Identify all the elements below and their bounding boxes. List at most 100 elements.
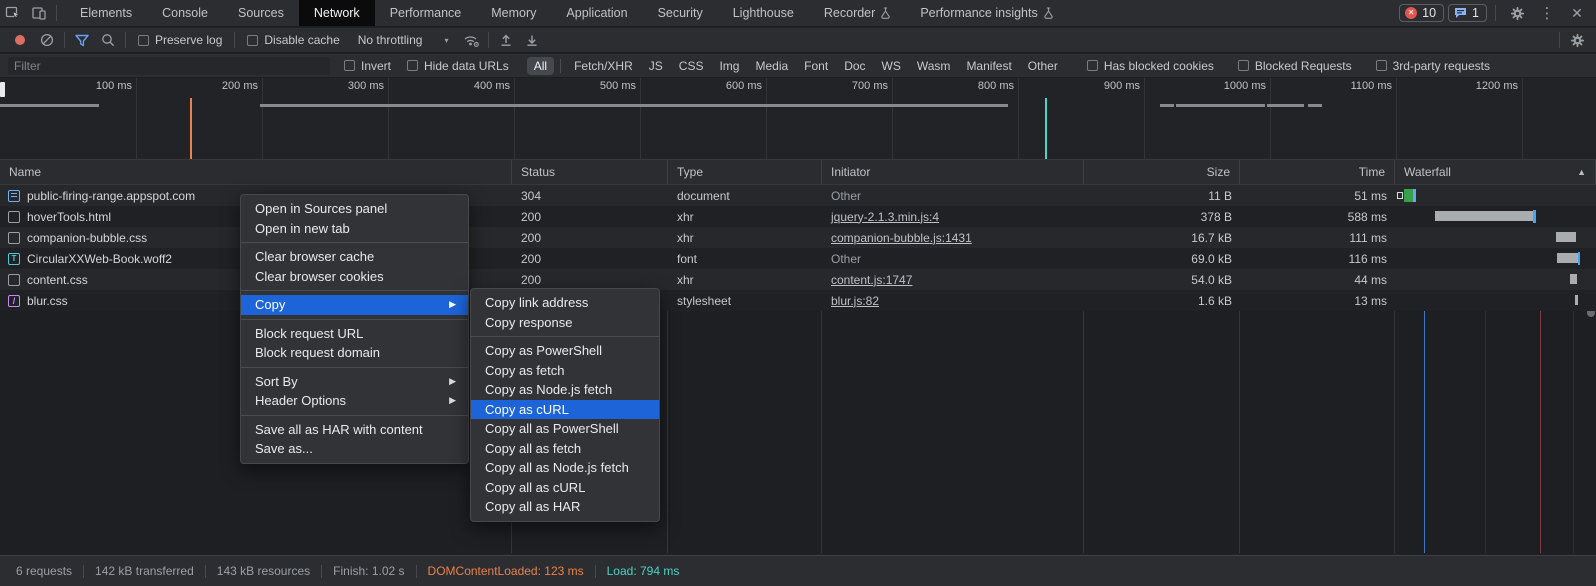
network-settings-gear-icon[interactable] — [1564, 27, 1590, 53]
menu-item-copy-as-fetch[interactable]: Copy as fetch — [471, 361, 659, 381]
menu-item-copy-as-powershell[interactable]: Copy as PowerShell — [471, 341, 659, 361]
column-header-initiator[interactable]: Initiator — [822, 160, 1084, 184]
column-header-waterfall[interactable]: Waterfall▲ — [1395, 160, 1596, 184]
menu-item-label: Copy as fetch — [485, 361, 565, 381]
divider — [1559, 32, 1560, 48]
tab-memory[interactable]: Memory — [476, 0, 551, 26]
3rd-party-requests-checkbox[interactable]: 3rd-party requests — [1376, 59, 1490, 73]
menu-item-open-in-new-tab[interactable]: Open in new tab — [241, 219, 468, 239]
menu-item-save-all-as-har-with-content[interactable]: Save all as HAR with content — [241, 420, 468, 440]
menu-item-label: Copy all as cURL — [485, 478, 585, 498]
search-icon[interactable] — [95, 27, 121, 53]
hide-data-urls-checkbox[interactable]: Hide data URLs — [407, 59, 509, 73]
initiator-link[interactable]: companion-bubble.js:1431 — [831, 231, 972, 245]
network-filter-bar: Invert Hide data URLs All Fetch/XHRJSCSSI… — [0, 54, 1596, 78]
tab-application[interactable]: Application — [551, 0, 642, 26]
tab-network[interactable]: Network — [299, 0, 375, 26]
column-header-label: Time — [1359, 165, 1385, 179]
tab-sources[interactable]: Sources — [223, 0, 299, 26]
close-devtools-icon[interactable]: ✕ — [1564, 0, 1590, 26]
export-har-icon[interactable] — [519, 27, 545, 53]
copy-submenu: Copy link addressCopy response Copy as Po… — [470, 288, 660, 522]
overview-selection-handle[interactable] — [0, 82, 5, 97]
more-options-icon[interactable]: ⋮ — [1534, 0, 1560, 26]
settings-gear-icon[interactable] — [1504, 0, 1530, 26]
menu-item-copy-response[interactable]: Copy response — [471, 313, 659, 333]
initiator-link[interactable]: content.js:1747 — [831, 273, 912, 287]
filter-pill-manifest[interactable]: Manifest — [959, 57, 1018, 75]
status-cell: 304 — [512, 185, 668, 206]
menu-item-copy-all-as-curl[interactable]: Copy all as cURL — [471, 478, 659, 498]
blocked-requests-checkbox[interactable]: Blocked Requests — [1238, 59, 1352, 73]
tab-elements[interactable]: Elements — [65, 0, 147, 26]
menu-item-block-request-url[interactable]: Block request URL — [241, 324, 468, 344]
menu-item-header-options[interactable]: Header Options▶ — [241, 391, 468, 411]
tab-performance[interactable]: Performance — [375, 0, 477, 26]
tab-lighthouse[interactable]: Lighthouse — [718, 0, 809, 26]
tab-console[interactable]: Console — [147, 0, 223, 26]
menu-item-copy-all-as-powershell[interactable]: Copy all as PowerShell — [471, 419, 659, 439]
menu-item-open-in-sources-panel[interactable]: Open in Sources panel — [241, 199, 468, 219]
filter-pill-media[interactable]: Media — [748, 57, 795, 75]
record-network-log-button[interactable] — [15, 35, 25, 45]
import-har-icon[interactable] — [493, 27, 519, 53]
menu-item-copy-as-node-js-fetch[interactable]: Copy as Node.js fetch — [471, 380, 659, 400]
inspect-element-icon[interactable] — [0, 0, 26, 26]
extra-filter-checkboxes: Has blocked cookies Blocked Requests 3rd-p… — [1079, 59, 1498, 73]
column-header-type[interactable]: Type — [668, 160, 822, 184]
type-cell: xhr — [668, 269, 822, 290]
filter-pill-doc[interactable]: Doc — [837, 57, 872, 75]
column-header-size[interactable]: Size — [1084, 160, 1240, 184]
filter-pill-img[interactable]: Img — [712, 57, 746, 75]
throttling-select[interactable]: No throttling ▾ — [358, 33, 449, 47]
column-header-time[interactable]: Time — [1240, 160, 1395, 184]
menu-item-copy[interactable]: Copy▶ — [241, 295, 468, 315]
preserve-log-checkbox[interactable]: Preserve log — [138, 33, 222, 47]
filter-pill-js[interactable]: JS — [642, 57, 670, 75]
message-badge[interactable]: 1 — [1448, 4, 1487, 22]
initiator-cell: jquery-2.1.3.min.js:4 — [822, 206, 1084, 227]
network-overview-timeline[interactable]: 100 ms200 ms300 ms400 ms500 ms600 ms700 … — [0, 78, 1596, 160]
network-conditions-icon[interactable] — [458, 27, 484, 53]
type-cell: xhr — [668, 206, 822, 227]
tab-recorder[interactable]: Recorder — [809, 0, 905, 26]
menu-item-copy-all-as-har[interactable]: Copy all as HAR — [471, 497, 659, 517]
menu-item-copy-link-address[interactable]: Copy link address — [471, 293, 659, 313]
invert-checkbox[interactable]: Invert — [344, 59, 391, 73]
disable-cache-checkbox[interactable]: Disable cache — [247, 33, 339, 47]
initiator-link[interactable]: blur.js:82 — [831, 294, 879, 308]
menu-item-label: Copy all as fetch — [485, 439, 581, 459]
menu-item-block-request-domain[interactable]: Block request domain — [241, 343, 468, 363]
overview-request-bar — [1267, 104, 1304, 107]
menu-item-clear-browser-cache[interactable]: Clear browser cache — [241, 247, 468, 267]
device-toolbar-icon[interactable] — [26, 0, 52, 26]
menu-item-save-as[interactable]: Save as... — [241, 439, 468, 459]
menu-item-clear-browser-cookies[interactable]: Clear browser cookies — [241, 267, 468, 287]
column-header-status[interactable]: Status — [512, 160, 668, 184]
has-blocked-cookies-checkbox[interactable]: Has blocked cookies — [1087, 59, 1214, 73]
filter-pill-other[interactable]: Other — [1021, 57, 1065, 75]
filter-pill-all[interactable]: All — [527, 57, 554, 75]
request-name: blur.css — [27, 294, 68, 308]
waterfall-bar-tick — [1578, 252, 1580, 265]
menu-item-sort-by[interactable]: Sort By▶ — [241, 372, 468, 392]
filter-pill-css[interactable]: CSS — [672, 57, 711, 75]
menu-item-copy-all-as-node-js-fetch[interactable]: Copy all as Node.js fetch — [471, 458, 659, 478]
menu-item-copy-all-as-fetch[interactable]: Copy all as fetch — [471, 439, 659, 459]
column-header-name[interactable]: Name — [0, 160, 512, 184]
filter-pill-wasm[interactable]: Wasm — [910, 57, 958, 75]
filter-pill-font[interactable]: Font — [797, 57, 835, 75]
initiator-link[interactable]: jquery-2.1.3.min.js:4 — [831, 210, 939, 224]
filter-input[interactable] — [8, 57, 330, 75]
clear-network-log-icon[interactable] — [34, 27, 60, 53]
filter-pill-ws[interactable]: WS — [875, 57, 908, 75]
tab-performance-insights[interactable]: Performance insights — [905, 0, 1067, 26]
filter-toggle-icon[interactable] — [69, 27, 95, 53]
error-badge[interactable]: ✕ 10 — [1399, 4, 1444, 22]
initiator-cell: Other — [822, 248, 1084, 269]
filter-pill-fetch-xhr[interactable]: Fetch/XHR — [567, 57, 640, 75]
menu-item-copy-as-curl[interactable]: Copy as cURL — [471, 400, 659, 420]
timeline-tick-label: 100 ms — [96, 80, 132, 92]
tab-security[interactable]: Security — [643, 0, 718, 26]
timeline-tick-label: 400 ms — [474, 80, 510, 92]
